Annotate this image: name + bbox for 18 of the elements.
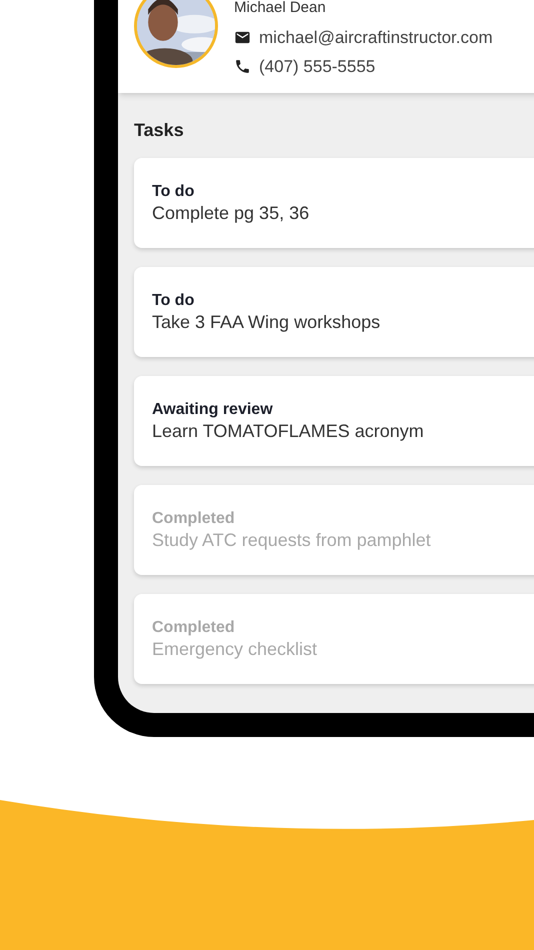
profile-phone: (407) 555-5555 <box>259 56 376 78</box>
task-title: Emergency checklist <box>152 638 318 660</box>
task-card[interactable]: Awaiting review Learn TOMATOFLAMES acronym <box>134 376 534 466</box>
task-title: Take 3 FAA Wing workshops <box>152 311 382 333</box>
task-card[interactable]: To do Take 3 FAA Wing workshops <box>134 267 534 357</box>
profile-name: Michael Dean <box>234 0 327 16</box>
task-title: Complete pg 35, 36 <box>152 202 310 224</box>
task-status: Completed <box>152 618 236 638</box>
task-status: Awaiting review <box>152 400 274 420</box>
task-title: Learn TOMATOFLAMES acronym <box>152 420 425 442</box>
task-status: To do <box>152 291 196 311</box>
task-title: Study ATC requests from pamphlet <box>152 529 432 551</box>
task-card[interactable]: To do Complete pg 35, 36 <box>134 158 534 248</box>
task-status: To do <box>152 182 196 202</box>
tasks-heading: Tasks <box>134 119 185 142</box>
profile-email: michael@aircraftinstructor.com <box>259 27 493 49</box>
task-status: Completed <box>152 509 236 529</box>
phone-icon <box>234 58 251 75</box>
